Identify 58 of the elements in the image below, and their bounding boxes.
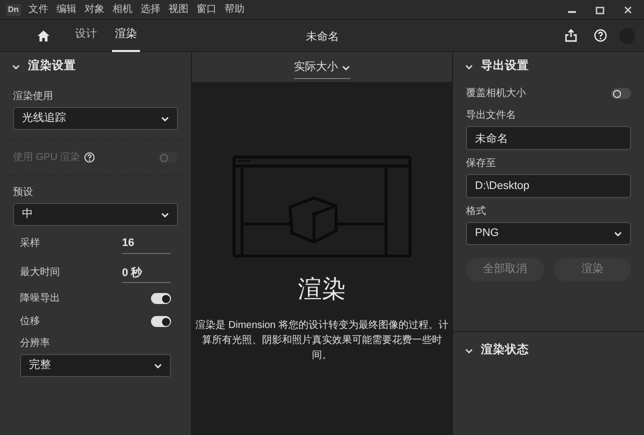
chevron-icon bbox=[614, 230, 622, 236]
document-title: 未命名 bbox=[306, 30, 339, 45]
field-label: 最大时间 bbox=[20, 266, 60, 280]
toggle-label: 覆盖相机大小 bbox=[466, 86, 526, 101]
app-logo: Dn bbox=[6, 4, 21, 16]
toggle-switch[interactable] bbox=[151, 293, 171, 304]
home-icon[interactable] bbox=[37, 30, 50, 42]
number-field[interactable]: 16 bbox=[122, 234, 171, 254]
toggle-label: 降噪导出 bbox=[20, 292, 60, 306]
field-label: 导出文件名 bbox=[466, 108, 517, 123]
section-header[interactable]: 渲染状态 bbox=[453, 336, 541, 366]
section-title: 渲染状态 bbox=[481, 342, 529, 358]
canvas-description: 渲染是 Dimension 将您的设计转变为最终图像的过程。计算所有光照、阴影和照片真实效果可能需要花费一些时间。 bbox=[194, 318, 450, 363]
field-label: 预设 bbox=[13, 186, 34, 200]
chevron-icon bbox=[154, 362, 162, 368]
toggle-switch[interactable] bbox=[151, 316, 171, 327]
menu-item[interactable]: 窗口 bbox=[196, 2, 217, 17]
canvas-heading: 渲染 bbox=[298, 276, 346, 305]
zoom-dropdown[interactable]: 实际大小 bbox=[294, 59, 350, 79]
section-header[interactable]: 导出设置 bbox=[453, 52, 644, 82]
menu-item[interactable]: 视图 bbox=[168, 2, 189, 17]
field-label: 格式 bbox=[466, 204, 487, 219]
menu-item[interactable]: 帮助 bbox=[224, 2, 245, 17]
field-label: 分辨率 bbox=[20, 336, 51, 351]
menu-item[interactable]: 对象 bbox=[84, 2, 105, 17]
section-header[interactable]: 渲染设置 bbox=[0, 52, 191, 82]
dropdown[interactable]: 光线追踪 bbox=[13, 107, 178, 130]
number-field[interactable]: 0 秒 bbox=[122, 262, 171, 282]
menu-item[interactable]: 相机 bbox=[112, 2, 133, 17]
tab[interactable]: 设计 bbox=[72, 20, 100, 52]
text-field[interactable]: D:\Desktop bbox=[466, 174, 631, 198]
dropdown-value: 光线追踪 bbox=[22, 110, 66, 126]
dropdown-value: 完整 bbox=[29, 358, 51, 374]
chevron-icon bbox=[161, 212, 169, 218]
dropdown-value: 中 bbox=[22, 207, 33, 222]
menu-item[interactable]: 编辑 bbox=[56, 2, 77, 17]
share-icon[interactable] bbox=[565, 29, 577, 42]
zoom-value: 实际大小 bbox=[294, 60, 338, 76]
field-label: 保存至 bbox=[466, 157, 497, 171]
text-field[interactable]: 未命名 bbox=[466, 126, 631, 150]
section-title: 导出设置 bbox=[481, 58, 529, 74]
section-title: 渲染设置 bbox=[28, 58, 76, 74]
dropdown-value: PNG bbox=[475, 226, 499, 242]
field-label: 渲染使用 bbox=[13, 90, 54, 104]
toggle-label: 使用 GPU 渲染 bbox=[13, 150, 80, 165]
dropdown[interactable]: 完整 bbox=[20, 354, 171, 377]
toggle-switch[interactable] bbox=[611, 88, 631, 99]
field-label: 采样 bbox=[20, 236, 40, 251]
dropdown[interactable]: 中 bbox=[13, 203, 178, 226]
menu-item[interactable]: 文件 bbox=[28, 2, 49, 17]
chevron-icon bbox=[342, 64, 350, 70]
toggle-label: 位移 bbox=[20, 315, 40, 329]
dropdown[interactable]: PNG bbox=[466, 222, 631, 245]
menu-item[interactable]: 选择 bbox=[140, 2, 161, 17]
chevron-icon bbox=[161, 116, 169, 122]
close-icon[interactable] bbox=[623, 4, 633, 14]
maximize-icon[interactable] bbox=[595, 4, 605, 14]
help-icon[interactable] bbox=[594, 29, 607, 42]
